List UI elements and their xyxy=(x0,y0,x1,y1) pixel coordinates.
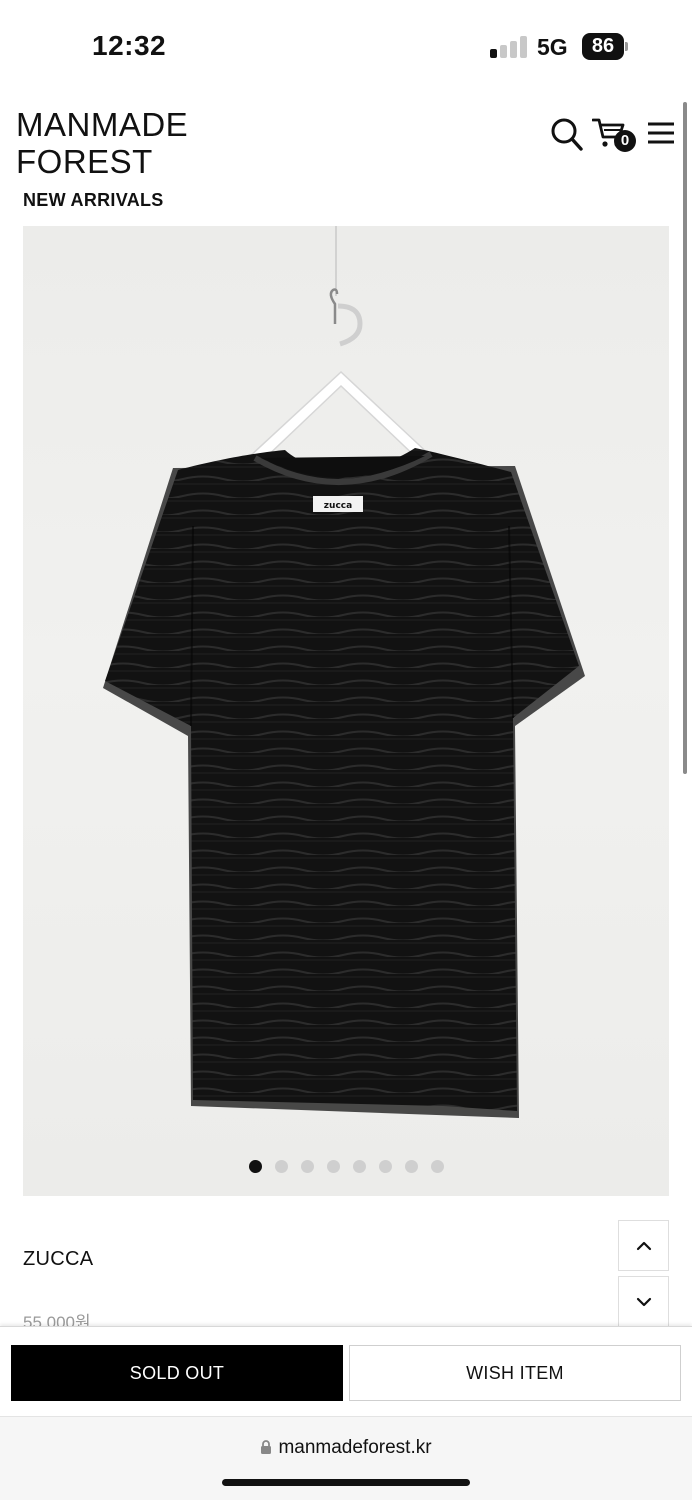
carousel-dot[interactable] xyxy=(275,1160,288,1173)
carousel-dot[interactable] xyxy=(353,1160,366,1173)
product-image-carousel[interactable]: zucca xyxy=(23,226,669,1196)
scroll-bottom-button[interactable] xyxy=(618,1276,669,1327)
carousel-dot[interactable] xyxy=(431,1160,444,1173)
lock-icon xyxy=(260,1439,272,1461)
carousel-dot[interactable] xyxy=(379,1160,392,1173)
status-bar: 12:32 5G 86 xyxy=(0,0,692,94)
scroll-top-button[interactable] xyxy=(618,1220,669,1271)
sold-out-button[interactable]: SOLD OUT xyxy=(11,1345,343,1401)
carousel-dot[interactable] xyxy=(249,1160,262,1173)
home-indicator[interactable] xyxy=(222,1479,470,1486)
page-scrollbar[interactable] xyxy=(683,102,687,774)
product-brand: ZUCCA xyxy=(23,1248,94,1270)
wish-item-button[interactable]: WISH ITEM xyxy=(349,1345,681,1401)
carousel-dot[interactable] xyxy=(327,1160,340,1173)
cellular-signal-icon xyxy=(490,36,528,58)
cart-count-badge: 0 xyxy=(614,130,636,152)
carousel-dot[interactable] xyxy=(301,1160,314,1173)
logo-line-1: MANMADE xyxy=(16,106,189,143)
garment-label-text: zucca xyxy=(324,501,352,511)
battery-level: 86 xyxy=(582,33,624,60)
carousel-dot[interactable] xyxy=(405,1160,418,1173)
chevron-up-icon xyxy=(636,1241,651,1250)
url-text: manmadeforest.kr xyxy=(278,1437,432,1458)
chevron-down-icon xyxy=(636,1297,651,1306)
site-logo[interactable]: MANMADE FOREST xyxy=(16,106,188,180)
section-title: NEW ARRIVALS xyxy=(23,190,164,210)
bottom-action-bar: SOLD OUT WISH ITEM xyxy=(0,1326,692,1416)
status-time: 12:32 xyxy=(92,30,167,61)
battery-icon: 86 xyxy=(582,33,628,60)
menu-icon[interactable] xyxy=(646,117,676,152)
logo-line-2: FOREST xyxy=(16,143,153,180)
network-type: 5G xyxy=(537,34,568,60)
browser-address-bar[interactable]: manmadeforest.kr xyxy=(0,1416,692,1500)
product-photo: zucca xyxy=(103,226,585,1118)
search-icon[interactable] xyxy=(550,117,584,158)
header-actions: 0 xyxy=(548,117,678,157)
